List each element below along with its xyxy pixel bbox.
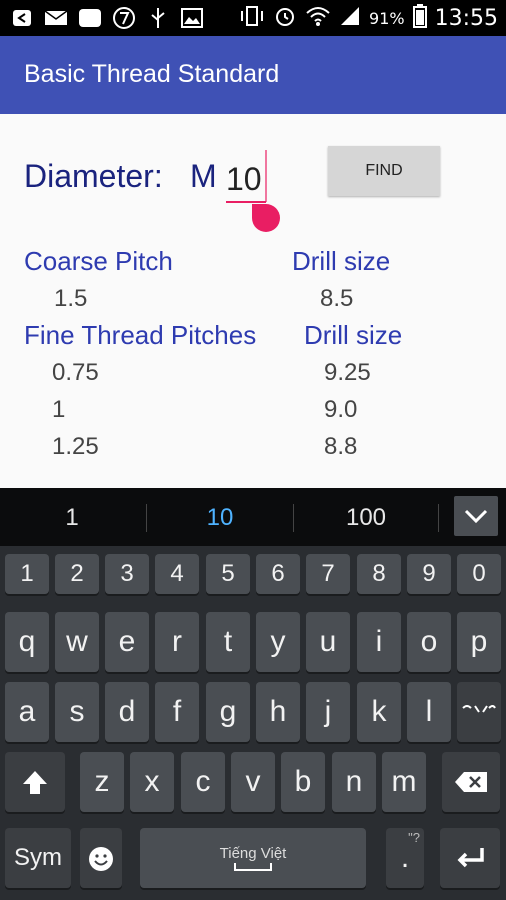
enter-icon[interactable] <box>440 828 500 888</box>
key-l[interactable]: l <box>407 682 451 742</box>
usb-icon <box>146 6 170 30</box>
image-icon <box>180 6 204 30</box>
coarse-drill-header: Drill size <box>292 246 391 276</box>
space-key-label: Tiếng Việt <box>219 844 287 862</box>
key-k[interactable]: k <box>357 682 401 742</box>
signal-icon <box>339 5 361 31</box>
diameter-label: Diameter: <box>24 158 163 194</box>
shift-icon[interactable] <box>5 752 65 812</box>
key-h[interactable]: h <box>256 682 300 742</box>
period-key[interactable]: . "? <box>386 828 424 888</box>
wifi-icon <box>305 5 331 31</box>
key-8[interactable]: 8 <box>357 554 401 594</box>
text-cursor <box>265 150 267 202</box>
diameter-input[interactable] <box>226 154 268 204</box>
seven-icon <box>112 6 136 30</box>
main-content: Diameter: M FIND Coarse Pitch Drill size… <box>0 114 506 488</box>
key-u[interactable]: u <box>306 612 350 672</box>
key-y[interactable]: y <box>256 612 300 672</box>
metric-prefix: M <box>190 158 217 194</box>
key-o[interactable]: o <box>407 612 451 672</box>
period-hint: "? <box>408 830 420 845</box>
cursor-handle[interactable] <box>252 204 280 232</box>
chevron-down-icon[interactable] <box>454 496 498 536</box>
zalo-icon <box>78 6 102 30</box>
suggestion-bar: 1 10 100 <box>0 488 506 546</box>
coarse-pitch-header: Coarse Pitch <box>24 246 173 276</box>
key-n[interactable]: n <box>332 752 376 812</box>
coarse-pitch-value: 1.5 <box>54 285 88 312</box>
emoji-icon[interactable] <box>80 828 122 888</box>
fine-drill-value: 9.25 <box>324 359 371 386</box>
battery-icon <box>412 4 427 32</box>
sym-key[interactable]: Sym <box>5 828 71 888</box>
key-b[interactable]: b <box>281 752 325 812</box>
back-icon <box>10 6 34 30</box>
key-j[interactable]: j <box>306 682 350 742</box>
space-key[interactable]: Tiếng Việt <box>140 828 366 888</box>
app-title: Basic Thread Standard <box>24 60 280 88</box>
key-g[interactable]: g <box>206 682 250 742</box>
suggestion-item[interactable]: 1 <box>2 504 142 532</box>
suggestion-item[interactable]: 100 <box>296 504 436 532</box>
key-0[interactable]: 0 <box>457 554 501 594</box>
key-i[interactable]: i <box>357 612 401 672</box>
status-bar: 91% 13:55 <box>0 0 506 36</box>
input-underline <box>226 201 266 203</box>
key-s[interactable]: s <box>55 682 99 742</box>
key-c[interactable]: c <box>181 752 225 812</box>
fine-drill-header: Drill size <box>304 320 403 350</box>
app-bar: Basic Thread Standard <box>0 36 506 114</box>
spacebar-icon <box>234 862 272 871</box>
key-t[interactable]: t <box>206 612 250 672</box>
coarse-drill-value: 8.5 <box>320 285 354 312</box>
period-label: . <box>400 841 410 874</box>
fine-pitch-value: 1.25 <box>52 433 99 460</box>
suggestion-divider <box>438 504 439 532</box>
key-q[interactable]: q <box>5 612 49 672</box>
key-7[interactable]: 7 <box>306 554 350 594</box>
mail-icon <box>44 6 68 30</box>
key-e[interactable]: e <box>105 612 149 672</box>
key-2[interactable]: 2 <box>55 554 99 594</box>
fine-pitch-value: 0.75 <box>52 359 99 386</box>
clock: 13:55 <box>434 5 498 31</box>
key-v[interactable]: v <box>231 752 275 812</box>
key-d[interactable]: d <box>105 682 149 742</box>
key-f[interactable]: f <box>155 682 199 742</box>
soft-keyboard: 1 10 100 1 2 3 4 5 6 7 8 9 0 q w e r t y… <box>0 488 506 900</box>
fine-pitch-value: 1 <box>52 396 66 423</box>
fine-drill-value: 9.0 <box>324 396 358 423</box>
fine-drill-value: 8.8 <box>324 433 358 460</box>
key-a[interactable]: a <box>5 682 49 742</box>
key-r[interactable]: r <box>155 612 199 672</box>
key-3[interactable]: 3 <box>105 554 149 594</box>
key-5[interactable]: 5 <box>206 554 250 594</box>
key-9[interactable]: 9 <box>407 554 451 594</box>
find-button[interactable]: FIND <box>328 146 440 196</box>
key-1[interactable]: 1 <box>5 554 49 594</box>
suggestion-item-selected[interactable]: 10 <box>150 504 290 532</box>
alarm-icon <box>273 4 297 32</box>
key-4[interactable]: 4 <box>155 554 199 594</box>
suggestion-divider <box>293 504 294 532</box>
vibrate-icon <box>239 5 265 31</box>
fine-pitch-header: Fine Thread Pitches <box>24 320 257 350</box>
key-p[interactable]: p <box>457 612 501 672</box>
key-w[interactable]: w <box>55 612 99 672</box>
key-z[interactable]: z <box>80 752 124 812</box>
backspace-icon[interactable] <box>442 752 500 812</box>
suggestion-divider <box>146 504 147 532</box>
key-m[interactable]: m <box>382 752 426 812</box>
key-x[interactable]: x <box>130 752 174 812</box>
key-6[interactable]: 6 <box>256 554 300 594</box>
vietnamese-tone-icon[interactable] <box>457 682 501 742</box>
battery-percent: 91% <box>369 8 405 28</box>
